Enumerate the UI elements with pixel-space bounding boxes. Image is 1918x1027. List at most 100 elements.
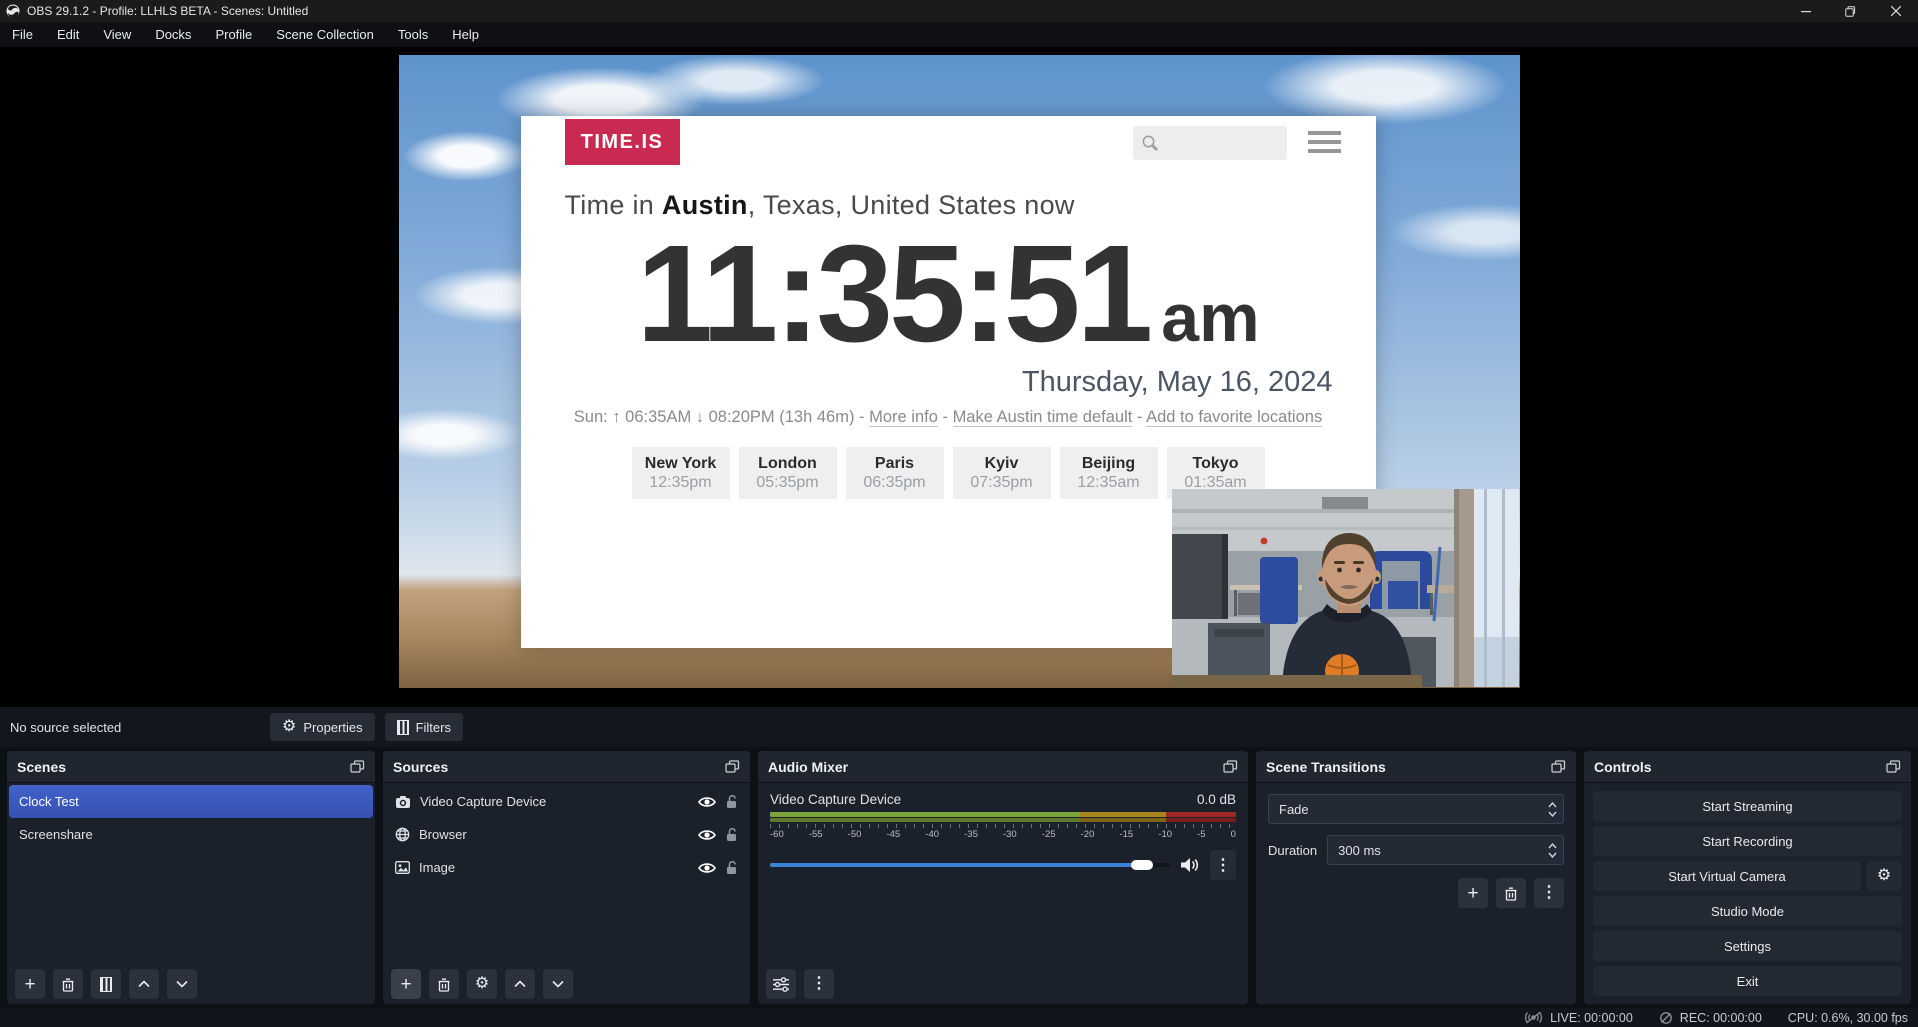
live-status: LIVE: 00:00:00 <box>1524 1011 1633 1025</box>
hamburger-menu-icon <box>1308 131 1341 153</box>
properties-button[interactable]: ⚙ Properties <box>270 713 375 741</box>
advanced-audio-button[interactable] <box>766 969 796 999</box>
gear-icon: ⚙ <box>475 976 489 992</box>
scenes-title: Scenes <box>17 759 66 775</box>
clock-meridiem: am <box>1161 279 1259 357</box>
kebab-menu-icon: ⋮ <box>1541 885 1557 901</box>
sources-title: Sources <box>393 759 448 775</box>
popout-icon[interactable] <box>350 760 365 773</box>
scene-filters-button[interactable] <box>91 969 121 999</box>
scenes-list: Clock Test Screenshare <box>7 783 375 964</box>
audio-mixer-panel: Audio Mixer Video Capture Device 0.0 dB … <box>758 751 1248 1004</box>
popout-icon[interactable] <box>1223 760 1238 773</box>
menu-view[interactable]: View <box>91 22 143 47</box>
source-item-browser[interactable]: Browser <box>385 818 748 851</box>
timeis-search-input <box>1133 126 1287 160</box>
filter-icon <box>100 977 112 992</box>
start-virtual-camera-button[interactable]: Start Virtual Camera <box>1593 861 1861 891</box>
mixer-menu-button[interactable]: ⋮ <box>804 969 834 999</box>
close-button[interactable] <box>1873 0 1918 22</box>
menu-profile[interactable]: Profile <box>203 22 264 47</box>
program-video[interactable]: TIME.IS Time in Austin, Texas, United St… <box>399 55 1520 688</box>
scene-item-clock-test[interactable]: Clock Test <box>9 785 373 818</box>
filter-icon <box>397 720 409 735</box>
rec-status: REC: 00:00:00 <box>1659 1011 1762 1025</box>
filters-button[interactable]: Filters <box>385 713 463 741</box>
move-source-down-button[interactable] <box>543 969 573 999</box>
speaker-icon[interactable] <box>1180 857 1200 873</box>
remove-transition-button[interactable] <box>1496 878 1526 908</box>
start-recording-button[interactable]: Start Recording <box>1593 826 1902 856</box>
source-properties-button[interactable]: ⚙ <box>467 969 497 999</box>
status-bar: LIVE: 00:00:00 REC: 00:00:00 CPU: 0.6%, … <box>0 1008 1918 1027</box>
menu-docks[interactable]: Docks <box>143 22 203 47</box>
search-icon <box>1141 134 1159 152</box>
menu-tools[interactable]: Tools <box>386 22 440 47</box>
stream-inactive-icon <box>1524 1011 1543 1024</box>
menu-scene-collection[interactable]: Scene Collection <box>264 22 386 47</box>
restore-button[interactable] <box>1828 0 1873 22</box>
faders-icon <box>773 977 789 992</box>
transition-menu-button[interactable]: ⋮ <box>1534 878 1564 908</box>
transition-select[interactable]: Fade <box>1268 794 1564 824</box>
webcam-overlay <box>1172 489 1519 687</box>
sources-panel: Sources Video Capture Device Browser Ima… <box>383 751 750 1004</box>
menu-edit[interactable]: Edit <box>45 22 91 47</box>
add-favorite-link: Add to favorite locations <box>1146 408 1322 427</box>
duration-spinbox[interactable]: 300 ms <box>1327 835 1564 865</box>
move-source-up-button[interactable] <box>505 969 535 999</box>
kebab-menu-icon: ⋮ <box>1215 855 1231 875</box>
mixer-level-db: 0.0 dB <box>1197 792 1236 807</box>
lock-icon[interactable] <box>725 794 738 809</box>
add-source-button[interactable]: + <box>391 969 421 999</box>
meter-tick-marks <box>770 824 1236 828</box>
studio-mode-button[interactable]: Studio Mode <box>1593 896 1902 926</box>
popout-icon[interactable] <box>725 760 740 773</box>
source-item-video-capture[interactable]: Video Capture Device <box>385 785 748 818</box>
visibility-eye-icon[interactable] <box>698 796 716 808</box>
virtual-camera-settings-button[interactable]: ⚙ <box>1866 861 1902 891</box>
exit-button[interactable]: Exit <box>1593 966 1902 996</box>
minimize-button[interactable] <box>1783 0 1828 22</box>
add-scene-button[interactable]: + <box>15 969 45 999</box>
globe-icon <box>395 827 410 842</box>
visibility-eye-icon[interactable] <box>698 862 716 874</box>
menu-file[interactable]: File <box>0 22 45 47</box>
spin-down-icon[interactable] <box>1548 852 1557 858</box>
scenes-panel: Scenes Clock Test Screenshare + <box>7 751 375 1004</box>
volume-meter <box>770 818 1236 822</box>
volume-slider[interactable] <box>770 860 1170 870</box>
remove-source-button[interactable] <box>429 969 459 999</box>
preview-canvas[interactable]: TIME.IS Time in Austin, Texas, United St… <box>0 47 1918 707</box>
mixer-channel-menu-button[interactable]: ⋮ <box>1210 850 1236 880</box>
source-item-image[interactable]: Image <box>385 851 748 884</box>
move-scene-up-button[interactable] <box>129 969 159 999</box>
kebab-menu-icon: ⋮ <box>811 976 827 992</box>
popout-icon[interactable] <box>1886 760 1901 773</box>
menu-help[interactable]: Help <box>440 22 491 47</box>
add-transition-button[interactable]: + <box>1458 878 1488 908</box>
popout-icon[interactable] <box>1551 760 1566 773</box>
city-tile: London05:35pm <box>739 447 837 499</box>
city-tile: Paris06:35pm <box>846 447 944 499</box>
lock-icon[interactable] <box>725 827 738 842</box>
source-status-text: No source selected <box>10 720 260 735</box>
transitions-title: Scene Transitions <box>1266 759 1386 775</box>
start-streaming-button[interactable]: Start Streaming <box>1593 791 1902 821</box>
meter-tick-labels: -60-55-50-45-40-35-30-25-20-15-10-50 <box>770 829 1236 840</box>
make-default-link: Make Austin time default <box>953 408 1133 427</box>
move-scene-down-button[interactable] <box>167 969 197 999</box>
spin-up-icon[interactable] <box>1548 843 1557 849</box>
lock-icon[interactable] <box>725 860 738 875</box>
mixer-channel: Video Capture Device 0.0 dB -60-55-50-45… <box>758 783 1248 964</box>
settings-button[interactable]: Settings <box>1593 931 1902 961</box>
timeis-date: Thursday, May 16, 2024 <box>564 366 1333 399</box>
timeis-city: Austin <box>662 190 748 220</box>
volume-slider-handle[interactable] <box>1131 860 1153 870</box>
window-title: OBS 29.1.2 - Profile: LLHLS BETA - Scene… <box>27 4 308 18</box>
visibility-eye-icon[interactable] <box>698 829 716 841</box>
sources-list: Video Capture Device Browser Image <box>383 783 750 964</box>
remove-scene-button[interactable] <box>53 969 83 999</box>
scene-item-screenshare[interactable]: Screenshare <box>9 818 373 851</box>
controls-panel: Controls Start Streaming Start Recording… <box>1584 751 1911 1004</box>
